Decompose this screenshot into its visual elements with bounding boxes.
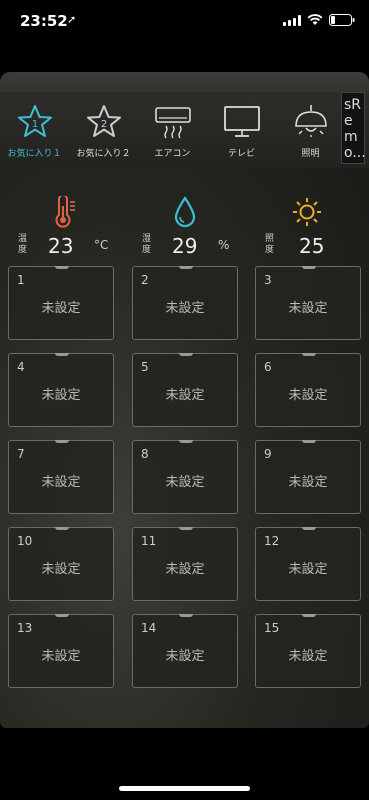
cellular-signal-icon bbox=[283, 14, 301, 26]
water-drop-icon bbox=[174, 196, 196, 228]
status-bar: 23:52 ➚ bbox=[0, 0, 369, 44]
temperature-unit: °C bbox=[94, 238, 109, 252]
favorite-1-tab[interactable]: 1 お気に入り１ bbox=[0, 92, 69, 168]
air-conditioner-tab[interactable]: エアコン bbox=[138, 92, 207, 168]
button-label: 未設定 bbox=[165, 649, 205, 664]
button-number: 14 bbox=[141, 621, 157, 635]
temperature-label: 温度 bbox=[18, 234, 28, 255]
remote-button-5[interactable]: 5 未設定 bbox=[132, 353, 238, 427]
button-label: 未設定 bbox=[41, 649, 81, 664]
remote-button-15[interactable]: 15 未設定 bbox=[255, 614, 361, 688]
remote-button-2[interactable]: 2 未設定 bbox=[132, 266, 238, 340]
button-number: 2 bbox=[141, 273, 149, 287]
status-time: 23:52 bbox=[20, 12, 68, 30]
remote-button-14[interactable]: 14 未設定 bbox=[132, 614, 238, 688]
sun-icon bbox=[293, 198, 321, 226]
button-number: 13 bbox=[17, 621, 33, 635]
remote-button-4[interactable]: 4 未設定 bbox=[8, 353, 114, 427]
button-number: 3 bbox=[264, 273, 272, 287]
ceiling-light-icon bbox=[294, 105, 327, 137]
home-indicator[interactable] bbox=[119, 786, 250, 791]
tv-icon bbox=[223, 106, 260, 137]
button-number: 9 bbox=[264, 447, 272, 461]
temperature-value: 23 bbox=[48, 234, 74, 258]
favorite-2-tab[interactable]: 2 お気に入り２ bbox=[69, 92, 138, 168]
temperature-sensor: 温度 23 °C bbox=[18, 190, 128, 262]
button-number: 15 bbox=[264, 621, 280, 635]
remote-button-9[interactable]: 9 未設定 bbox=[255, 440, 361, 514]
button-label: 未設定 bbox=[41, 562, 81, 577]
star-2-icon: 2 bbox=[86, 105, 121, 137]
button-label: 未設定 bbox=[165, 562, 205, 577]
remote-button-7[interactable]: 7 未設定 bbox=[8, 440, 114, 514]
button-number: 4 bbox=[17, 360, 25, 374]
remote-button-1[interactable]: 1 未設定 bbox=[8, 266, 114, 340]
sremo-app-button[interactable]: sRemo... bbox=[341, 92, 366, 164]
button-number: 12 bbox=[264, 534, 280, 548]
remote-button-13[interactable]: 13 未設定 bbox=[8, 614, 114, 688]
button-label: 未設定 bbox=[165, 475, 205, 490]
wifi-icon bbox=[307, 14, 323, 25]
button-number: 6 bbox=[264, 360, 272, 374]
button-number: 11 bbox=[141, 534, 157, 548]
remote-button-6[interactable]: 6 未設定 bbox=[255, 353, 361, 427]
button-label: 未設定 bbox=[288, 562, 328, 577]
remote-button-8[interactable]: 8 未設定 bbox=[132, 440, 238, 514]
humidity-value: 29 bbox=[172, 234, 198, 258]
button-number: 10 bbox=[17, 534, 33, 548]
location-arrow-icon: ➚ bbox=[67, 13, 77, 26]
favorites-bar: 1 お気に入り１ 2 お気に入り２ エアコン テレビ 照明 sRemo... bbox=[0, 92, 369, 168]
humidity-sensor: 湿度 29 % bbox=[142, 190, 242, 262]
button-number: 1 bbox=[17, 273, 25, 287]
illuminance-label: 照度 bbox=[265, 234, 275, 255]
air-conditioner-label: エアコン bbox=[154, 149, 191, 159]
remote-button-10[interactable]: 10 未設定 bbox=[8, 527, 114, 601]
illuminance-sensor: 照度 25 bbox=[265, 190, 345, 262]
tv-tab[interactable]: テレビ bbox=[207, 92, 276, 168]
button-label: 未設定 bbox=[165, 388, 205, 403]
ceiling-light-tab[interactable]: 照明 bbox=[276, 92, 345, 168]
button-label: 未設定 bbox=[288, 301, 328, 316]
button-label: 未設定 bbox=[288, 475, 328, 490]
button-number: 5 bbox=[141, 360, 149, 374]
svg-text:2: 2 bbox=[100, 119, 106, 130]
button-label: 未設定 bbox=[41, 301, 81, 316]
status-icons bbox=[283, 14, 355, 26]
battery-icon bbox=[329, 14, 355, 26]
ceiling-light-label: 照明 bbox=[301, 149, 320, 159]
air-conditioner-icon bbox=[154, 107, 191, 139]
tv-label: テレビ bbox=[227, 149, 255, 159]
favorite-1-label: お気に入り１ bbox=[7, 149, 62, 159]
sensor-row: 温度 23 °C 湿度 29 % 照度 25 bbox=[0, 190, 369, 262]
remote-button-12[interactable]: 12 未設定 bbox=[255, 527, 361, 601]
button-label: 未設定 bbox=[288, 649, 328, 664]
button-label: 未設定 bbox=[165, 301, 205, 316]
remote-panel: 1 お気に入り１ 2 お気に入り２ エアコン テレビ 照明 sRemo... 温… bbox=[0, 72, 369, 728]
humidity-label: 湿度 bbox=[142, 234, 152, 255]
button-label: 未設定 bbox=[41, 475, 81, 490]
remote-button-11[interactable]: 11 未設定 bbox=[132, 527, 238, 601]
button-label: 未設定 bbox=[41, 388, 81, 403]
humidity-unit: % bbox=[218, 238, 230, 252]
button-number: 7 bbox=[17, 447, 25, 461]
button-label: 未設定 bbox=[288, 388, 328, 403]
favorite-2-label: お気に入り２ bbox=[76, 149, 131, 159]
illuminance-value: 25 bbox=[299, 234, 325, 258]
svg-text:1: 1 bbox=[31, 119, 37, 130]
thermometer-icon bbox=[55, 196, 75, 228]
remote-button-3[interactable]: 3 未設定 bbox=[255, 266, 361, 340]
button-number: 8 bbox=[141, 447, 149, 461]
star-1-icon: 1 bbox=[17, 105, 52, 137]
